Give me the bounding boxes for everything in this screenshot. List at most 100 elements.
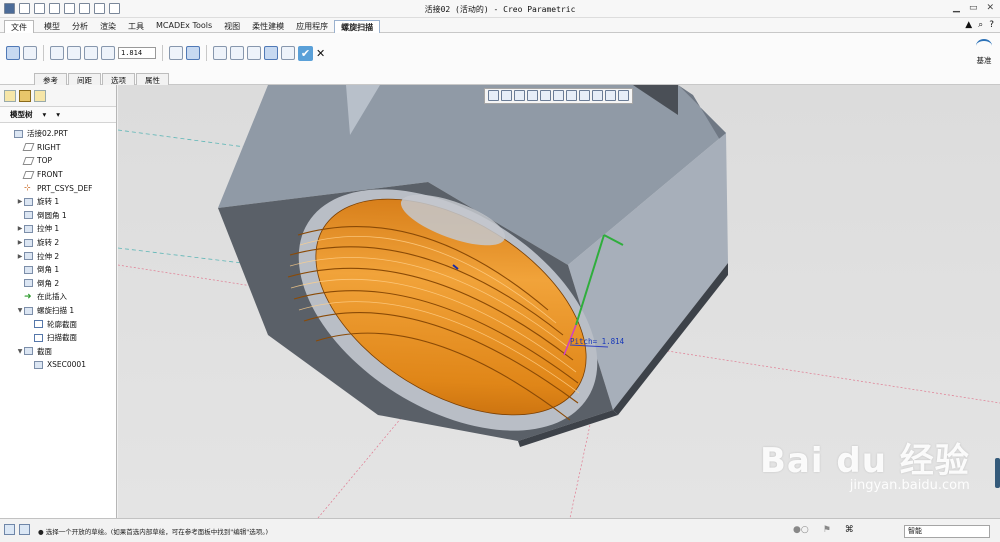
- tree-item[interactable]: RIGHT: [0, 141, 116, 155]
- chamfer-icon: [24, 279, 33, 288]
- tree-item-label: 螺旋扫描 1: [37, 306, 75, 316]
- chamfer-icon: [24, 265, 33, 274]
- tree-item[interactable]: ➜ 在此插入: [0, 290, 116, 304]
- tree-item[interactable]: ▶ 拉伸 2: [0, 249, 116, 263]
- tree-item[interactable]: XSEC0001: [0, 358, 116, 372]
- tree-item[interactable]: TOP: [0, 154, 116, 168]
- tree-item-label: RIGHT: [37, 142, 61, 152]
- pitch-value-field[interactable]: 1.814: [118, 47, 156, 59]
- expand-toggle-icon[interactable]: ▼: [16, 348, 24, 355]
- extrude-icon: [24, 224, 33, 233]
- selection-filter-select[interactable]: 智能: [904, 525, 990, 538]
- pitch-annotation[interactable]: Pitch= 1.814: [570, 337, 624, 346]
- datum-display-icon[interactable]: [592, 90, 603, 101]
- surface-icon[interactable]: [23, 46, 37, 60]
- refit-icon[interactable]: [488, 90, 499, 101]
- flag-icon[interactable]: ⚑: [823, 525, 831, 535]
- tree-item-label: XSEC0001: [47, 360, 86, 370]
- repaint-icon[interactable]: [527, 90, 538, 101]
- left-hand-rule-icon[interactable]: [169, 46, 183, 60]
- toggle-navigator-icon[interactable]: [4, 524, 15, 535]
- remove-material-icon[interactable]: [67, 46, 81, 60]
- graphics-window[interactable]: Pitch= 1.814 Bai du 经验 jingyan.baidu.com: [118, 85, 1000, 518]
- display-style-icon[interactable]: [540, 90, 551, 101]
- tree-item[interactable]: 轮廓截面: [0, 317, 116, 331]
- find-icon[interactable]: ⌘: [845, 525, 854, 535]
- csys-icon: ⊹: [24, 183, 31, 193]
- tree-item[interactable]: ▶ 旋转 2: [0, 236, 116, 250]
- view-manager-icon[interactable]: [566, 90, 577, 101]
- pitch-icon[interactable]: [101, 46, 115, 60]
- tree-item[interactable]: 扫描截面: [0, 331, 116, 345]
- search-help-icon[interactable]: ⌕: [978, 20, 983, 30]
- helical-sweep-dashboard: 1.814 ✔ ✕ 参考 间距 选项 属性 基准: [0, 33, 1000, 87]
- tree-item[interactable]: ▶ 旋转 1: [0, 195, 116, 209]
- tree-settings-icon[interactable]: ▾: [43, 110, 47, 119]
- extrude-icon: [24, 252, 33, 261]
- title-bar: 活接02 (活动的) - Creo Parametric ▁ ▭ ✕: [0, 0, 1000, 18]
- navigator-tabs: [0, 85, 116, 107]
- thicken-icon[interactable]: [84, 46, 98, 60]
- folder-browser-tab-icon[interactable]: [19, 90, 31, 102]
- saved-views-icon[interactable]: [553, 90, 564, 101]
- expand-toggle-icon[interactable]: ▶: [16, 253, 24, 260]
- pause-icon[interactable]: [213, 46, 227, 60]
- status-left-icons: [4, 524, 30, 535]
- tree-item-label: 拉伸 2: [37, 251, 60, 261]
- regen-status-icon[interactable]: ●○: [793, 525, 809, 535]
- window-controls: ▁ ▭ ✕: [953, 3, 994, 13]
- help-icon[interactable]: ?: [989, 20, 994, 30]
- expand-toggle-icon[interactable]: ▼: [16, 307, 24, 314]
- cancel-x-button[interactable]: ✕: [316, 47, 325, 60]
- model-tree-tab-icon[interactable]: [4, 90, 16, 102]
- status-mid-icons: ●○ ⚑ ⌘: [793, 525, 854, 535]
- zoom-in-icon[interactable]: [501, 90, 512, 101]
- tree-item[interactable]: FRONT: [0, 168, 116, 182]
- tree-item[interactable]: 倒角 2: [0, 277, 116, 291]
- right-hand-rule-icon[interactable]: [186, 46, 200, 60]
- spin-center-icon[interactable]: [618, 90, 629, 101]
- perspective-icon[interactable]: [579, 90, 590, 101]
- datum-group[interactable]: 基准: [976, 39, 992, 66]
- status-bar: ● 选择一个开放的草绘。(如果首选内部草绘，可在参考面板中找到"编辑"选项。) …: [0, 518, 1000, 542]
- model-tree-header: 模型树 ▾ ▾: [0, 107, 116, 123]
- tree-item[interactable]: ▼ 螺旋扫描 1: [0, 304, 116, 318]
- annotation-display-icon[interactable]: [605, 90, 616, 101]
- minimize-icon[interactable]: ▁: [953, 3, 960, 13]
- maximize-icon[interactable]: ▭: [969, 3, 978, 13]
- status-message: ● 选择一个开放的草绘。(如果首选内部草绘，可在参考面板中找到"编辑"选项。): [38, 528, 269, 536]
- expand-toggle-icon[interactable]: ▶: [16, 225, 24, 232]
- tree-item-label: 倒圆角 1: [37, 210, 67, 220]
- toggle-browser-icon[interactable]: [19, 524, 30, 535]
- collapse-ribbon-icon[interactable]: ▲: [965, 20, 972, 30]
- close-icon[interactable]: ✕: [986, 3, 994, 13]
- expand-toggle-icon[interactable]: ▶: [16, 198, 24, 205]
- part-icon: [14, 129, 23, 138]
- tree-item[interactable]: ▼ 截面: [0, 345, 116, 359]
- tree-item[interactable]: 倒角 1: [0, 263, 116, 277]
- verify-mode-icon[interactable]: [264, 46, 278, 60]
- solid-icon[interactable]: [6, 46, 20, 60]
- tree-item-label: 活接02.PRT: [27, 129, 68, 139]
- watermark-brand: Bai du 经验: [760, 441, 970, 481]
- tree-item[interactable]: ▶ 拉伸 1: [0, 222, 116, 236]
- zoom-out-icon[interactable]: [514, 90, 525, 101]
- no-preview-icon[interactable]: [230, 46, 244, 60]
- ok-checkmark-button[interactable]: ✔: [298, 45, 313, 61]
- helical-sweep-icon: [24, 306, 33, 315]
- tree-item-label: 拉伸 1: [37, 224, 60, 234]
- expand-toggle-icon[interactable]: ▶: [16, 239, 24, 246]
- sketch-section-icon[interactable]: [50, 46, 64, 60]
- tree-filter-icon[interactable]: ▾: [56, 110, 60, 119]
- tree-item[interactable]: 倒圆角 1: [0, 209, 116, 223]
- preview-icon[interactable]: [247, 46, 261, 60]
- help-controls: ▲ ⌕ ?: [965, 20, 994, 30]
- glasses-preview-icon[interactable]: [281, 46, 295, 60]
- panel-resize-handle[interactable]: [995, 458, 1000, 488]
- tree-item[interactable]: 活接02.PRT: [0, 127, 116, 141]
- tree-item[interactable]: ⊹ PRT_CSYS_DEF: [0, 181, 116, 195]
- datum-plane-icon: [22, 170, 35, 179]
- tree-item-label: 轮廓截面: [47, 319, 77, 329]
- favorites-tab-icon[interactable]: [34, 90, 46, 102]
- tree-item-label: 旋转 2: [37, 238, 60, 248]
